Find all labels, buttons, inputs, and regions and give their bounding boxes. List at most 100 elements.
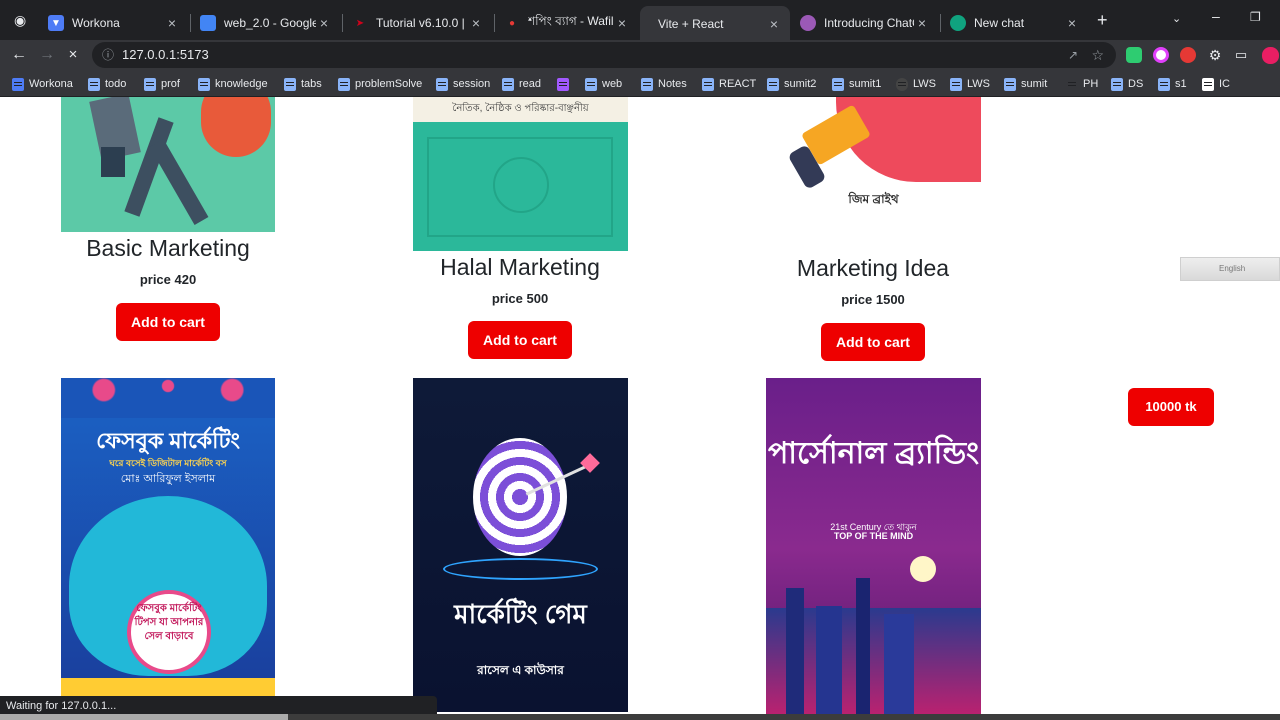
translate-widget[interactable]: English (1180, 257, 1280, 281)
close-icon[interactable]: × (316, 15, 332, 31)
doc-icon (338, 77, 350, 91)
tab-title: New chat (974, 16, 1025, 30)
add-to-cart-button[interactable]: Add to cart (116, 303, 220, 341)
scrollbar-thumb[interactable] (0, 714, 288, 720)
add-to-cart-button[interactable]: Add to cart (468, 321, 572, 359)
doc-icon (198, 77, 210, 91)
book-cover-personal-branding[interactable]: পার্সোনাল ব্র্যান্ডিং 21st Century তে থা… (766, 378, 981, 720)
cover-author: জিম ব্রাইথ (848, 192, 899, 206)
cover-author: রাসেল এ কাউসার (477, 663, 564, 677)
bookmark-item[interactable]: problemSolve (338, 74, 422, 94)
bookmarks-bar: Workona todo prof knowledge tabs problem… (0, 70, 1280, 97)
close-icon[interactable]: × (1064, 15, 1080, 31)
star-icon[interactable]: ☆ (1091, 42, 1104, 68)
bookmark-item[interactable]: LWS (950, 74, 990, 94)
bookmark-item[interactable]: sumit (1004, 74, 1047, 94)
tab-wafilife[interactable]: ● শপিং ব্যাগ - Wafilife × (496, 8, 638, 38)
bookmark-item[interactable]: knowledge (198, 74, 268, 94)
address-bar[interactable]: ⓘ 127.0.0.1:5173 ↗ ☆ (92, 42, 1116, 68)
bookmark-item[interactable]: todo (88, 74, 126, 94)
toolbar: ← → × ⓘ 127.0.0.1:5173 ↗ ☆ ⚙ ▭ (0, 40, 1280, 70)
chatgpt-icon (950, 15, 966, 31)
cover-author: মোঃ আরিফুল ইসলাম (120, 473, 216, 485)
bookmark-item[interactable]: DS (1111, 74, 1143, 94)
bookmark-item[interactable]: tabs (284, 74, 322, 94)
share-icon[interactable]: ↗ (1068, 42, 1078, 68)
bookmark-item[interactable]: session (436, 74, 490, 94)
cover-title: মার্কেটিং গেম (454, 599, 587, 629)
close-icon[interactable]: × (914, 15, 930, 31)
doc-icon (144, 77, 156, 91)
bookmark-item[interactable]: REACT (702, 74, 756, 94)
tab-vite-react[interactable]: Vite + React × (640, 6, 790, 42)
minimize-icon[interactable]: – (1212, 8, 1220, 24)
bookmark-item[interactable]: read (502, 74, 541, 94)
restore-icon[interactable]: ❐ (1250, 10, 1261, 24)
cover-subtitle: TOP OF THE MIND (833, 531, 914, 541)
horizontal-scrollbar[interactable] (0, 714, 1280, 720)
extension-icon[interactable] (1153, 47, 1169, 63)
tab-search-chevron-icon[interactable]: ⌄ (1172, 12, 1181, 25)
cover-subtitle: ঘরে বসেই ডিজিটাল মার্কেটিং বস (109, 458, 227, 468)
product-title: Marketing Idea (796, 255, 950, 281)
bookmark-item[interactable]: web (585, 74, 622, 94)
lws-icon (896, 77, 908, 91)
bookmark-item[interactable]: IC (1202, 74, 1230, 94)
bookmark-item[interactable]: prof (144, 74, 180, 94)
tab-tutorial[interactable]: ➤ Tutorial v6.10.0 | Rea × (344, 8, 492, 38)
book-cover-facebook-marketing[interactable]: ফেসবুক মার্কেটিং ঘরে বসেই ডিজিটাল মার্কে… (61, 378, 275, 698)
bookmark-item[interactable]: s1 (1158, 74, 1187, 94)
forward-icon[interactable]: → (36, 44, 58, 66)
product-title: Basic Marketing (86, 235, 250, 261)
globe-icon[interactable]: ◉ (14, 12, 26, 29)
close-icon[interactable]: × (164, 15, 180, 31)
doc-icon (284, 77, 296, 91)
doc-icon (436, 77, 448, 91)
close-icon[interactable]: × (766, 16, 782, 32)
book-cover-marketing-idea[interactable]: জিম ব্রাইথ (766, 97, 981, 232)
tab-workona[interactable]: ▼ Workona × (40, 8, 188, 38)
tab-chatgpt-intro[interactable]: Introducing ChatGPT × (792, 8, 938, 38)
bookmark-item[interactable]: sumit2 (767, 74, 816, 94)
book-cover-halal-marketing[interactable]: নৈতিক, নৈষ্ঠিক ও পরিষ্কার-বাঞ্ছনীয় (413, 97, 628, 251)
add-to-cart-button[interactable]: Add to cart (821, 323, 925, 361)
bookmark-item[interactable]: Notes (641, 74, 687, 94)
tab-new-chat[interactable]: New chat × (942, 8, 1088, 38)
app-icon (557, 77, 569, 91)
product-price: price 420 (139, 272, 197, 287)
book-cover-marketing-game[interactable]: মার্কেটিং গেম রাসেল এ কাউসার (413, 378, 628, 712)
close-icon[interactable]: × (468, 15, 484, 31)
avatar[interactable] (1262, 47, 1279, 64)
bookmark-item[interactable]: PH (1066, 74, 1098, 94)
doc-icon (767, 77, 779, 91)
doc-icon (832, 77, 844, 91)
bookmark-item[interactable]: Workona (12, 74, 73, 94)
product-title: Halal Marketing (440, 254, 600, 280)
info-icon[interactable]: ⓘ (102, 42, 114, 68)
status-bar: Waiting for 127.0.0.1... (0, 696, 437, 716)
tab-google-doc[interactable]: web_2.0 - Google Do × (192, 8, 340, 38)
back-icon[interactable]: ← (8, 44, 30, 66)
cover-center-text: ফেসবুক মার্কেটিং টিপস যা আপনার সেল বাড়া… (134, 603, 204, 642)
puzzle-icon[interactable]: ⚙ (1204, 44, 1226, 66)
bookmark-item[interactable]: LWS (896, 74, 936, 94)
extension-icon[interactable] (1126, 47, 1142, 63)
stop-icon[interactable]: × (62, 44, 84, 66)
tab-title: Introducing ChatGPT (824, 16, 914, 30)
wafilife-icon: ● (508, 17, 516, 29)
bookmark-item[interactable] (557, 74, 574, 94)
book-cover-basic-marketing[interactable] (61, 97, 275, 232)
tab-title: Vite + React (658, 17, 724, 31)
cart-total-badge[interactable]: 10000 tk (1128, 388, 1214, 426)
doc-icon (585, 77, 597, 91)
tab-title: শপিং ব্যাগ - Wafilife (528, 14, 614, 28)
close-icon[interactable]: × (614, 15, 630, 31)
sidebar-icon[interactable]: ▭ (1230, 44, 1252, 66)
react-router-icon: ➤ (355, 17, 365, 29)
cover-text: নৈতিক, নৈষ্ঠিক ও পরিষ্কার-বাঞ্ছনীয় (452, 103, 589, 114)
new-tab-icon[interactable]: + (1097, 10, 1108, 31)
extension-icon[interactable] (1180, 47, 1196, 63)
bookmark-item[interactable]: sumit1 (832, 74, 881, 94)
doc-icon (641, 77, 653, 91)
tab-title: web_2.0 - Google Do (224, 16, 316, 30)
